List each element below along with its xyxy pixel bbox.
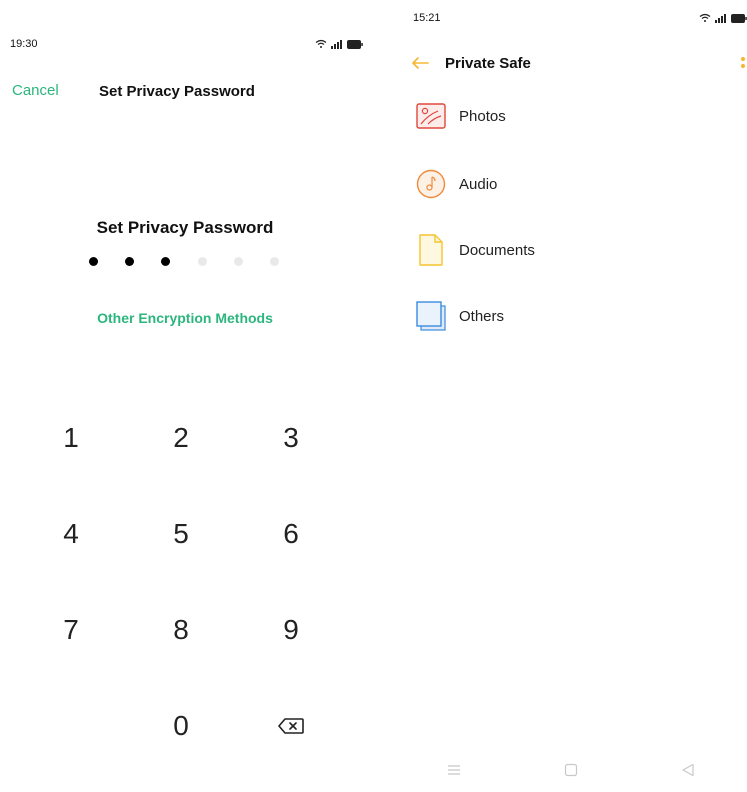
password-dot-empty — [197, 257, 207, 266]
battery-icon — [731, 13, 747, 23]
back-arrow-icon[interactable] — [410, 53, 430, 73]
key-7[interactable]: 7 — [16, 582, 126, 678]
others-icon — [415, 300, 447, 332]
set-password-screen: 19:30 Cancel Set Privacy Password Set Pr… — [0, 0, 385, 792]
photos-icon — [415, 100, 447, 132]
wifi-icon — [699, 13, 711, 22]
password-dot-filled — [89, 257, 98, 266]
key-2[interactable]: 2 — [126, 390, 236, 486]
menu-icon — [447, 765, 460, 775]
signal-icon — [715, 14, 726, 23]
header: Private Safe — [395, 52, 747, 76]
password-heading: Set Privacy Password — [96, 218, 274, 237]
key-4[interactable]: 4 — [16, 486, 126, 582]
menu-nav-button[interactable] — [440, 756, 468, 784]
back-triangle-icon — [682, 763, 694, 777]
key-9[interactable]: 9 — [236, 582, 346, 678]
list-item-label: Documents — [459, 241, 535, 259]
wifi-icon — [315, 39, 327, 48]
home-nav-button[interactable] — [557, 756, 585, 784]
key-5[interactable]: 5 — [126, 486, 236, 582]
back-nav-button[interactable] — [674, 756, 702, 784]
key-empty — [16, 678, 126, 774]
cancel-button[interactable]: Cancel — [12, 82, 59, 99]
page-title: Set Privacy Password — [99, 83, 255, 100]
more-options-icon[interactable] — [739, 55, 747, 75]
backspace-key[interactable] — [236, 678, 346, 774]
battery-icon — [347, 39, 363, 49]
list-item-label: Photos — [459, 107, 506, 125]
navigation-bar — [395, 748, 747, 792]
status-bar: 19:30 — [0, 38, 385, 50]
top-bar: Cancel Set Privacy Password — [12, 82, 373, 104]
page-title: Private Safe — [445, 55, 531, 72]
status-bar: 15:21 — [395, 12, 747, 24]
list-item-others[interactable]: Others — [415, 298, 504, 334]
key-0[interactable]: 0 — [126, 678, 236, 774]
backspace-icon — [278, 718, 304, 734]
numeric-keypad: 1 2 3 4 5 6 7 8 9 0 — [16, 390, 346, 770]
password-dot-empty — [269, 257, 279, 266]
private-safe-screen: 15:21 Private Safe Photos Audio Document… — [395, 0, 747, 792]
audio-icon — [415, 168, 447, 200]
list-item-label: Audio — [459, 175, 498, 193]
key-3[interactable]: 3 — [236, 390, 346, 486]
password-dot-filled — [125, 257, 135, 266]
list-item-photos[interactable]: Photos — [415, 98, 506, 134]
list-item-label: Others — [459, 307, 505, 325]
other-encryption-methods-link[interactable]: Other Encryption Methods — [0, 310, 370, 326]
list-item-audio[interactable]: Audio — [415, 166, 497, 202]
password-dot-empty — [233, 257, 243, 266]
status-time: 15:21 — [413, 12, 441, 24]
status-time: 19:30 — [10, 38, 38, 50]
password-dots — [89, 257, 279, 266]
password-dot-filled — [161, 257, 171, 266]
list-item-documents[interactable]: Documents — [415, 232, 535, 268]
home-square-icon — [564, 763, 578, 777]
key-8[interactable]: 8 — [126, 582, 236, 678]
document-icon — [415, 234, 447, 266]
signal-icon — [331, 40, 342, 49]
key-6[interactable]: 6 — [236, 486, 346, 582]
key-1[interactable]: 1 — [16, 390, 126, 486]
